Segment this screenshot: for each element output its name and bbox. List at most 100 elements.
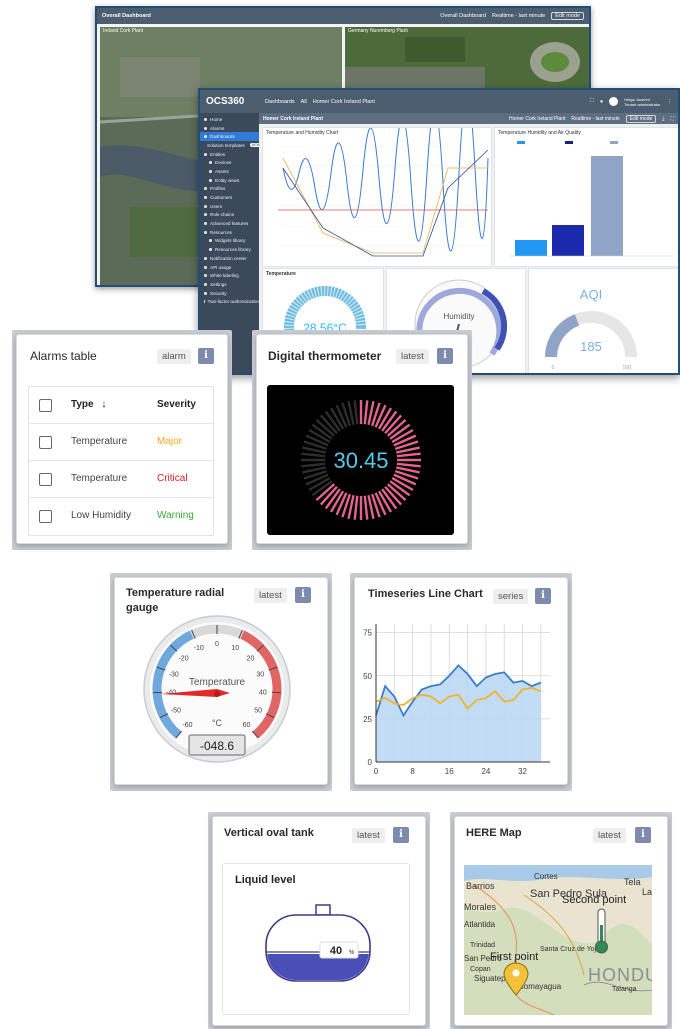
nav-dashboards[interactable]: Dashboards xyxy=(265,99,295,105)
panel-title-nuremberg: Germany Nuremberg Plant xyxy=(348,28,408,34)
fullscreen-icon[interactable]: ⛶ xyxy=(590,98,594,105)
sidebar-item-label: Resources library xyxy=(215,247,251,253)
select-all-checkbox[interactable] xyxy=(39,399,52,412)
sidebar-item-white-labeling[interactable]: White labeling xyxy=(200,271,259,280)
dial-segment xyxy=(363,495,369,520)
expand-icon[interactable]: ⛶ xyxy=(670,116,674,122)
nav-plant[interactable]: Homer Cork Ireland Plant xyxy=(313,99,375,105)
download-icon[interactable]: ⤓ xyxy=(662,116,664,122)
plant-select[interactable]: Homer Cork Ireland Plant xyxy=(509,116,565,122)
thermometer-value: 30.45 xyxy=(333,448,388,473)
table-row[interactable]: Low Humidity Warning xyxy=(29,498,213,535)
thermometer-title: Digital thermometer xyxy=(268,349,382,363)
sidebar-item-icon xyxy=(204,187,207,191)
radial-tick-label: -20 xyxy=(178,655,188,662)
sidebar-item-label: Devices xyxy=(215,160,232,166)
thermometer-info-icon[interactable]: i xyxy=(437,348,453,364)
sidebar-item-home[interactable]: Home xyxy=(200,115,259,124)
sidebar-item-profiles[interactable]: Profiles xyxy=(200,185,259,194)
sidebar-item-label: Home xyxy=(210,116,223,122)
here-map[interactable]: Cortes San Pedro Sula Barrios Morales Te… xyxy=(464,865,652,1015)
radial-tick-label: 50 xyxy=(254,708,262,715)
sidebar-item-solution-templates[interactable]: Solution templates NEW xyxy=(200,141,262,150)
dial-segment xyxy=(301,452,326,458)
sidebar-item-icon xyxy=(209,239,212,243)
sidebar-item-two-factor-authentication[interactable]: Two-factor authentication xyxy=(200,297,259,306)
table-row[interactable]: Temperature Major xyxy=(29,424,213,461)
dashboard-select[interactable]: Overall Dashboard xyxy=(440,13,486,19)
map-info-icon[interactable]: i xyxy=(635,827,651,843)
sidebar-item-settings[interactable]: Settings xyxy=(200,280,259,289)
sidebar-item-users[interactable]: Users xyxy=(200,202,259,211)
alarms-title: Alarms table xyxy=(30,349,97,363)
alarms-info-icon[interactable]: i xyxy=(198,348,214,364)
timeseries-badge: series xyxy=(493,589,529,604)
row-checkbox[interactable] xyxy=(39,510,52,523)
dial-segment xyxy=(301,462,326,468)
sidebar-item-api-usage[interactable]: API usage xyxy=(200,263,259,272)
col-type-header[interactable]: Type ↓ xyxy=(71,399,106,410)
sidebar-item-icon xyxy=(209,169,212,173)
radial-info-icon[interactable]: i xyxy=(295,587,311,603)
sidebar-item-entities[interactable]: Entities xyxy=(200,150,259,159)
sidebar-item-icon xyxy=(204,135,207,139)
timeseries-info-icon[interactable]: i xyxy=(535,588,551,604)
realtime-button[interactable]: Realtime - last minute xyxy=(492,13,545,19)
map-place: Copan xyxy=(470,966,491,973)
avatar[interactable] xyxy=(609,97,619,106)
sidebar-item-label: Entities xyxy=(210,151,226,157)
air-quality-bar-chart xyxy=(510,141,675,257)
sidebar-item-icon xyxy=(204,274,207,278)
sidebar-item-label: Rule chains xyxy=(210,212,235,218)
sidebar-item-icon xyxy=(204,117,207,121)
thermometer-dial: 30.45 xyxy=(301,400,421,520)
table-row[interactable]: Temperature Critical xyxy=(29,461,213,498)
sidebar-item-label: Security xyxy=(210,290,227,296)
sidebar-item-resources-library[interactable]: Resources library xyxy=(200,245,259,254)
front-edit-mode-button[interactable]: Edit mode xyxy=(625,114,657,123)
sidebar-item-entity-views[interactable]: Entity views xyxy=(200,176,259,185)
sidebar-item-customers[interactable]: Customers xyxy=(200,193,259,202)
sidebar-item-label: Widgets library xyxy=(215,238,246,244)
x-tick-label: 8 xyxy=(410,767,415,776)
row-checkbox[interactable] xyxy=(39,473,52,486)
sidebar-item-notification-center[interactable]: Notification center xyxy=(200,254,259,263)
sidebar-item-label: Users xyxy=(210,203,222,209)
user-info: Helga Jocehni Tenant administrator xyxy=(624,97,660,107)
row-checkbox[interactable] xyxy=(39,436,52,449)
sidebar-item-label: Profiles xyxy=(210,186,226,192)
map-place: Talanga xyxy=(612,986,637,993)
more-icon[interactable]: ⋮ xyxy=(667,99,673,105)
oval-tank: 40 % xyxy=(265,904,371,982)
sidebar-item-security[interactable]: Security xyxy=(200,289,259,298)
bell-icon[interactable]: ● xyxy=(600,99,603,105)
sidebar-item-dashboards[interactable]: Dashboards xyxy=(200,132,259,142)
temp-humidity-chart xyxy=(278,95,489,257)
sidebar-item-assets[interactable]: Assets xyxy=(200,167,259,176)
sidebar-item-label: API usage xyxy=(210,264,232,270)
radial-tick-label: -30 xyxy=(169,671,179,678)
timeseries-chart: 0 25 50 75 0 8 16 24 32 xyxy=(363,624,550,776)
sidebar-item-widgets-library[interactable]: Widgets library xyxy=(200,237,259,246)
ocs-logo: OCS360 xyxy=(206,96,259,107)
map-place: Santa Cruz de Yojoa xyxy=(540,946,604,953)
col-severity-header[interactable]: Severity xyxy=(157,399,196,410)
radial-tick-label: 40 xyxy=(259,690,267,697)
sidebar-item-resources[interactable]: Resources xyxy=(200,228,259,237)
front-realtime-button[interactable]: Realtime - last minute xyxy=(571,116,619,122)
nav-all[interactable]: All xyxy=(301,99,307,105)
tank-title: Vertical oval tank xyxy=(224,827,314,839)
user-role: Tenant administrator xyxy=(624,101,661,107)
radial-badge: latest xyxy=(254,588,287,603)
edit-mode-button[interactable]: Edit mode xyxy=(551,12,584,20)
tank-widget: Liquid level 40 % xyxy=(222,863,410,1015)
sidebar-item-alarms[interactable]: Alarms xyxy=(200,124,259,133)
sidebar-item-rule-chains[interactable]: Rule chains xyxy=(200,211,259,220)
sidebar-item-icon xyxy=(204,265,207,269)
tank-info-icon[interactable]: i xyxy=(393,827,409,843)
sort-down-icon[interactable]: ↓ xyxy=(101,399,106,410)
alarms-table: Type ↓ Severity Temperature Major Temper… xyxy=(28,386,214,536)
sidebar-item-icon xyxy=(204,126,207,130)
sidebar-item-devices[interactable]: Devices xyxy=(200,158,259,167)
sidebar-item-advanced-features[interactable]: Advanced features xyxy=(200,219,259,228)
